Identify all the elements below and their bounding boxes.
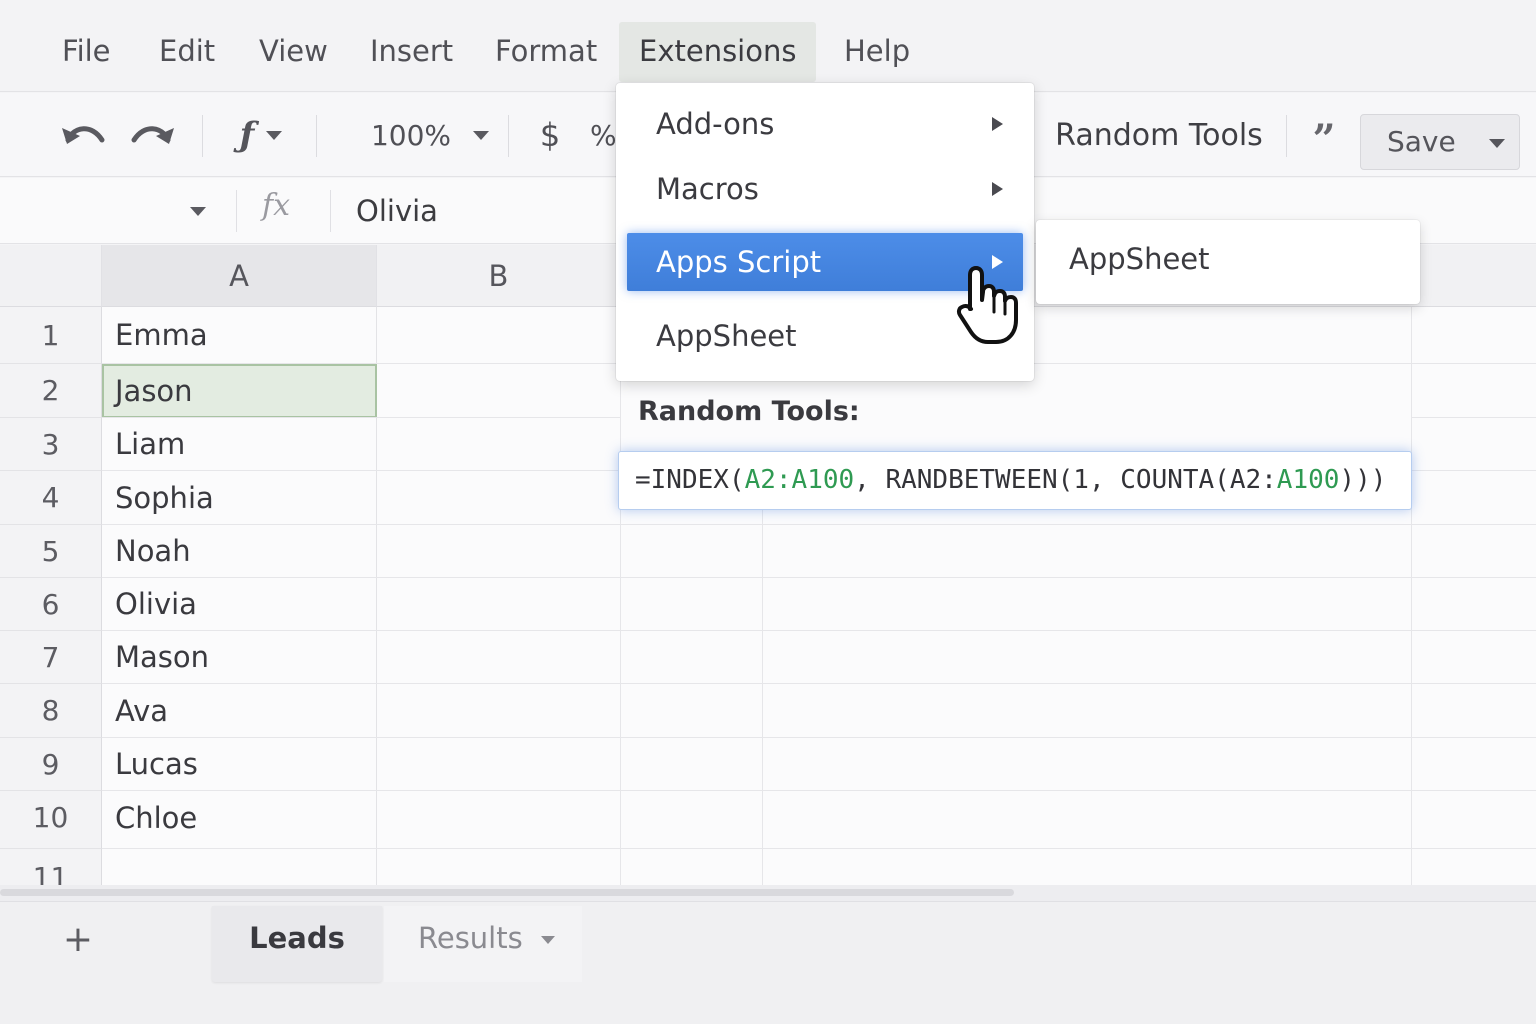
function-icon: ƒ (239, 115, 255, 155)
add-sheet-button[interactable]: + (60, 922, 96, 958)
row-header-11[interactable]: 11 (0, 849, 102, 885)
save-button[interactable]: Save (1360, 114, 1520, 170)
grid-line (762, 510, 763, 885)
name-box[interactable] (0, 186, 220, 236)
formula-bar-divider (330, 190, 331, 232)
row-header-7[interactable]: 7 (0, 631, 102, 684)
menu-item-label: Add-ons (656, 107, 775, 141)
toolbar-divider (316, 115, 317, 157)
formula-input[interactable]: Olivia (356, 194, 438, 228)
undo-icon (62, 126, 105, 144)
menu-item-label: Apps Script (656, 245, 822, 279)
cell-a3[interactable]: Liam (102, 418, 377, 471)
zoom-select[interactable]: 100% (360, 111, 500, 159)
cell-a8[interactable]: Ava (102, 684, 377, 738)
grid-line (102, 630, 1536, 631)
redo-icon (131, 126, 174, 144)
sheet-tab-bar: + Leads Results (0, 901, 1536, 1024)
formula-range-ref: A100 (1276, 465, 1340, 495)
menu-file[interactable]: File (42, 22, 131, 82)
hand-pointer-icon (956, 266, 1018, 344)
row-header-10[interactable]: 10 (0, 791, 102, 849)
menu-insert[interactable]: Insert (350, 22, 473, 82)
row-header-5[interactable]: 5 (0, 525, 102, 578)
undo-button[interactable] (56, 113, 108, 157)
zoom-value: 100% (370, 118, 452, 152)
toolbar-divider (1286, 115, 1287, 157)
row-header-8[interactable]: 8 (0, 684, 102, 738)
function-button[interactable]: ƒ (222, 111, 300, 159)
formula-bar-divider (236, 190, 237, 232)
grid-line (102, 737, 1536, 738)
random-formula-input[interactable]: =INDEX(A2:A100, RANDBETWEEN(1, COUNTA(A2… (618, 451, 1412, 510)
grid-line (102, 790, 1536, 791)
save-dropdown-chevron-icon[interactable] (1489, 139, 1505, 148)
chevron-down-icon (473, 130, 490, 140)
save-button-label: Save (1387, 125, 1456, 158)
menu-view[interactable]: View (239, 22, 348, 82)
cell-a5[interactable]: Noah (102, 525, 377, 578)
grid-line (102, 683, 1536, 684)
chevron-down-icon (266, 130, 283, 140)
menu-edit[interactable]: Edit (139, 22, 235, 82)
cell-a10[interactable]: Chloe (102, 791, 377, 849)
formula-part: , RANDBETWEEN(1, COUNTA(A2: (854, 465, 1277, 495)
quote-button[interactable]: ” (1302, 111, 1346, 163)
menu-item-add-ons[interactable]: Add-ons (616, 93, 1034, 155)
menu-item-label: Macros (656, 172, 759, 206)
redo-button[interactable] (128, 113, 180, 157)
row-header-1[interactable]: 1 (0, 307, 102, 364)
scrollbar-thumb[interactable] (0, 889, 1014, 896)
menu-bar: File Edit View Insert Format Extensions … (0, 0, 1536, 92)
submenu-item-appsheet[interactable]: AppSheet (1069, 242, 1210, 276)
cell-a11[interactable] (102, 849, 377, 885)
grid-line (102, 848, 1536, 849)
row-header-2[interactable]: 2 (0, 364, 102, 418)
random-tools-button[interactable]: Random Tools (1048, 111, 1270, 159)
sheet-tab-label: Results (418, 921, 523, 955)
formula-part: =INDEX( (635, 465, 745, 495)
cell-a2[interactable]: Jason (102, 364, 377, 418)
chevron-down-icon (190, 207, 206, 216)
row-header-3[interactable]: 3 (0, 418, 102, 471)
sheet-tab-results[interactable]: Results (384, 906, 582, 982)
sheet-tab-leads[interactable]: Leads (212, 906, 382, 982)
toolbar-divider (508, 115, 509, 157)
menu-format[interactable]: Format (475, 22, 617, 82)
cell-a9[interactable]: Lucas (102, 738, 377, 791)
row-header-9[interactable]: 9 (0, 738, 102, 791)
chevron-right-icon (992, 182, 1003, 196)
toolbar-divider (202, 115, 203, 157)
formula-part: ))) (1339, 465, 1387, 495)
quote-icon: ” (1312, 116, 1336, 163)
formula-range-ref: A2:A100 (744, 465, 855, 495)
grid-line (1411, 307, 1412, 885)
menu-item-label: AppSheet (656, 319, 797, 353)
cell-a7[interactable]: Mason (102, 631, 377, 684)
grid-line (102, 577, 1536, 578)
select-all-corner[interactable] (0, 245, 102, 307)
grid-line (102, 524, 1536, 525)
row-header-6[interactable]: 6 (0, 578, 102, 631)
chevron-down-icon[interactable] (541, 936, 555, 944)
cell-a4[interactable]: Sophia (102, 471, 377, 525)
chevron-right-icon (992, 117, 1003, 131)
row-header-4[interactable]: 4 (0, 471, 102, 525)
menu-help[interactable]: Help (824, 22, 930, 82)
random-tools-label: Random Tools: (638, 396, 860, 427)
horizontal-scrollbar[interactable] (0, 885, 1536, 901)
cell-a1[interactable]: Emma (102, 307, 377, 364)
cell-a6[interactable]: Olivia (102, 578, 377, 631)
menu-item-macros[interactable]: Macros (616, 158, 1034, 220)
column-header-b[interactable]: B (377, 245, 621, 307)
menu-extensions[interactable]: Extensions (619, 22, 817, 82)
apps-script-submenu: AppSheet (1036, 220, 1420, 304)
currency-format-button[interactable]: $ (528, 111, 572, 159)
fx-icon: fx (262, 188, 291, 223)
column-header-a[interactable]: A (102, 245, 377, 307)
